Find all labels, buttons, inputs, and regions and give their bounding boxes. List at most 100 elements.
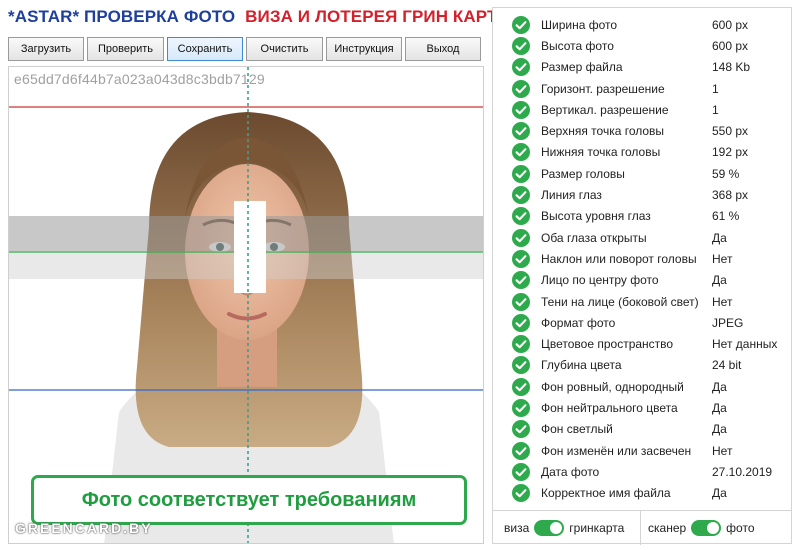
check-value: Да (712, 400, 727, 415)
check-label: Цветовое пространство (541, 337, 674, 352)
check-row: Верхняя точка головы 550 px (493, 120, 791, 141)
check-label: Формат фото (541, 315, 616, 330)
check-label: Наклон или поворот головы (541, 251, 697, 266)
check-circle-icon (512, 398, 530, 417)
check-row: Дата фото 27.10.2019 (493, 461, 791, 482)
check-value: Да (712, 273, 727, 288)
visa-toggle-group: виза гринкарта (504, 520, 624, 536)
portrait-illustration (9, 67, 483, 543)
check-circle-icon (512, 164, 530, 183)
check-value: Нет (712, 443, 733, 458)
scanner-photo-toggle[interactable] (691, 520, 722, 536)
check-label: Фон изменён или засвечен (541, 443, 692, 458)
check-value: 59 % (712, 166, 740, 181)
watermark: GREENCARD.BY (15, 520, 153, 536)
check-circle-icon (512, 15, 530, 34)
check-value: 550 px (712, 124, 749, 139)
scanner-label: сканер (648, 521, 687, 535)
app-title: *ASTAR* ПРОВЕРКА ФОТО ВИЗА И ЛОТЕРЕЯ ГРИН… (8, 7, 509, 33)
check-label: Высота уровня глаз (541, 209, 651, 224)
check-circle-icon (512, 441, 530, 460)
check-label: Горизонт. разрешение (541, 81, 665, 96)
check-row: Размер файла 148 Kb (493, 57, 791, 78)
check-value: JPEG (712, 315, 744, 330)
save-button[interactable]: Сохранить (167, 37, 243, 61)
check-row: Тени на лице (боковой свет) Нет (493, 291, 791, 312)
check-circle-icon (512, 335, 530, 354)
check-label: Нижняя точка головы (541, 145, 661, 160)
check-label: Вертикал. разрешение (541, 102, 669, 117)
check-value: 24 bit (712, 358, 742, 373)
check-value: Нет (712, 251, 733, 266)
photo-option-label: фото (726, 521, 755, 535)
app-title-main: *ASTAR* ПРОВЕРКА ФОТО (8, 7, 236, 26)
check-row: Размер головы 59 % (493, 163, 791, 184)
check-circle-icon (512, 313, 530, 332)
exit-button[interactable]: Выход (405, 37, 481, 61)
check-circle-icon (512, 249, 530, 268)
check-value: 148 Kb (712, 60, 751, 75)
check-row: Фон изменён или засвечен Нет (493, 440, 791, 461)
check-row: Вертикал. разрешение 1 (493, 99, 791, 120)
check-row: Нижняя точка головы 192 px (493, 142, 791, 163)
check-label: Линия глаз (541, 188, 602, 203)
check-row: Фон светлый Да (493, 419, 791, 440)
check-label: Лицо по центру фото (541, 273, 659, 288)
check-circle-icon (512, 122, 530, 141)
check-label: Размер файла (541, 60, 623, 75)
check-circle-icon (512, 292, 530, 311)
scanner-toggle-group: сканер фото (648, 520, 755, 536)
check-value: Да (712, 230, 727, 245)
check-circle-icon (512, 356, 530, 375)
check-button[interactable]: Проверить (87, 37, 164, 61)
check-row: Цветовое пространство Нет данных (493, 333, 791, 354)
check-value: 192 px (712, 145, 749, 160)
check-circle-icon (512, 207, 530, 226)
check-circle-icon (512, 186, 530, 205)
check-label: Высота фото (541, 38, 614, 53)
clear-button[interactable]: Очистить (246, 37, 323, 61)
instruction-button[interactable]: Инструкция (326, 37, 402, 61)
check-row: Фон нейтрального цвета Да (493, 397, 791, 418)
check-row: Наклон или поворот головы Нет (493, 248, 791, 269)
visa-greencard-toggle[interactable] (534, 520, 565, 536)
check-label: Корректное имя файла (541, 486, 671, 501)
status-message: Фото соответствует требованиям (31, 475, 467, 525)
check-circle-icon (512, 377, 530, 396)
check-label: Ширина фото (541, 17, 618, 32)
greencard-label: гринкарта (569, 521, 625, 535)
check-row: Горизонт. разрешение 1 (493, 78, 791, 99)
check-circle-icon (512, 100, 530, 119)
check-label: Дата фото (541, 464, 600, 479)
check-label: Фон нейтрального цвета (541, 400, 678, 415)
check-circle-icon (512, 484, 530, 503)
check-value: 61 % (712, 209, 740, 224)
check-list: Ширина фото 600 px Высота фото 600 px Размер… (493, 14, 791, 504)
check-row: Линия глаз 368 px (493, 184, 791, 205)
check-value: Нет (712, 294, 733, 309)
check-circle-icon (512, 58, 530, 77)
load-button[interactable]: Загрузить (8, 37, 84, 61)
check-value: 1 (712, 102, 719, 117)
options-divider (640, 511, 641, 545)
results-panel: Ширина фото 600 px Высота фото 600 px Размер… (492, 7, 792, 545)
check-value: 600 px (712, 17, 749, 32)
check-value: Нет данных (712, 337, 778, 352)
check-value: 600 px (712, 38, 749, 53)
check-value: 27.10.2019 (712, 464, 773, 479)
check-label: Размер головы (541, 166, 625, 181)
check-label: Тени на лице (боковой свет) (541, 294, 699, 309)
check-circle-icon (512, 143, 530, 162)
check-value: Да (712, 379, 727, 394)
center-marker (234, 201, 266, 293)
check-value: 368 px (712, 188, 749, 203)
check-row: Высота фото 600 px (493, 35, 791, 56)
check-circle-icon (512, 271, 530, 290)
check-row: Лицо по центру фото Да (493, 270, 791, 291)
check-row: Оба глаза открыты Да (493, 227, 791, 248)
check-circle-icon (512, 79, 530, 98)
check-label: Оба глаза открыты (541, 230, 647, 245)
options-bar: виза гринкарта сканер фото (493, 510, 791, 545)
photo-hash: e65dd7d6f44b7a023a043d8c3bdb7129 (14, 71, 265, 87)
check-label: Верхняя точка головы (541, 124, 665, 139)
